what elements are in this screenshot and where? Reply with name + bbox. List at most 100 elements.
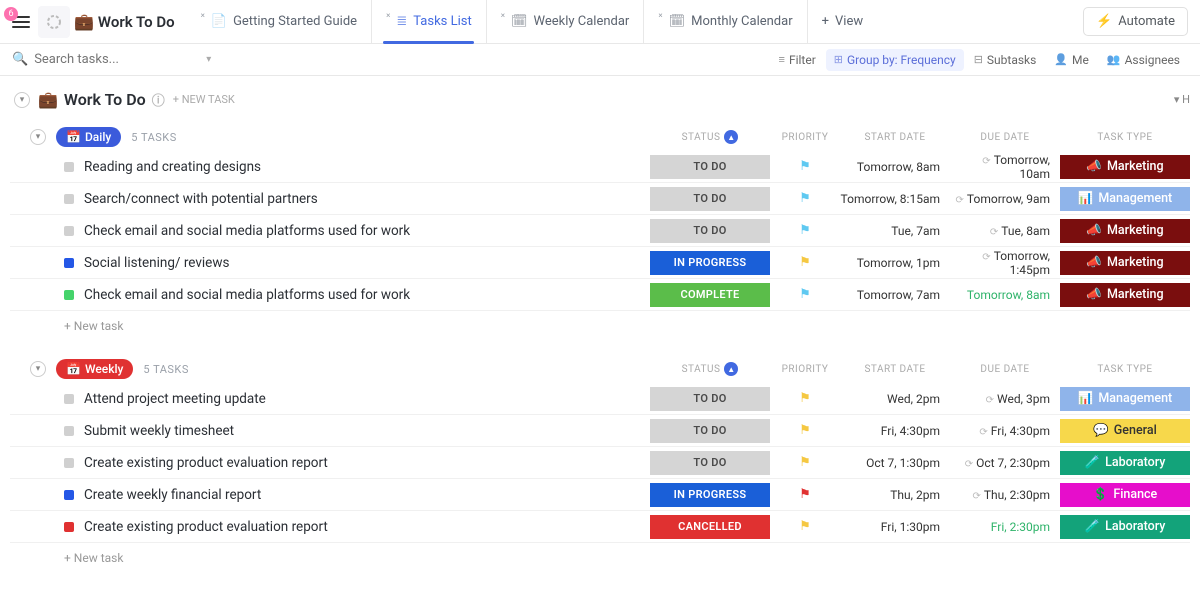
status-pill[interactable]: TO DO <box>650 419 770 443</box>
add-task-button[interactable]: + New task <box>10 543 1190 569</box>
priority-cell[interactable]: ⚑ <box>770 423 840 438</box>
col-start[interactable]: START DATE <box>840 364 950 375</box>
status-square[interactable] <box>64 258 74 268</box>
start-date[interactable]: Tomorrow, 8:15am <box>840 192 950 206</box>
task-name[interactable]: Social listening/ reviews <box>84 255 650 271</box>
task-name[interactable]: Search/connect with potential partners <box>84 191 650 207</box>
task-type-pill[interactable]: 📊Management <box>1060 187 1190 211</box>
due-date[interactable]: Fri, 2:30pm <box>950 520 1060 534</box>
start-date[interactable]: Oct 7, 1:30pm <box>840 456 950 470</box>
task-row[interactable]: Check email and social media platforms u… <box>10 215 1190 247</box>
task-row[interactable]: Attend project meeting updateTO DO⚑Wed, … <box>10 383 1190 415</box>
status-pill[interactable]: IN PROGRESS <box>650 251 770 275</box>
priority-cell[interactable]: ⚑ <box>770 159 840 174</box>
task-name[interactable]: Submit weekly timesheet <box>84 423 650 439</box>
col-type[interactable]: TASK TYPE <box>1060 364 1190 375</box>
status-square[interactable] <box>64 426 74 436</box>
start-date[interactable]: Fri, 1:30pm <box>840 520 950 534</box>
collapse-group-button[interactable]: ▾ <box>30 361 46 377</box>
col-start[interactable]: START DATE <box>840 132 950 143</box>
task-name[interactable]: Attend project meeting update <box>84 391 650 407</box>
add-task-button[interactable]: + New task <box>10 311 1190 337</box>
status-square[interactable] <box>64 394 74 404</box>
status-square[interactable] <box>64 290 74 300</box>
task-row[interactable]: Create existing product evaluation repor… <box>10 447 1190 479</box>
status-pill[interactable]: CANCELLED <box>650 515 770 539</box>
priority-cell[interactable]: ⚑ <box>770 191 840 206</box>
chevron-down-icon[interactable]: ▾ <box>206 54 211 65</box>
task-row[interactable]: Check email and social media platforms u… <box>10 279 1190 311</box>
due-date[interactable]: ⟳Oct 7, 2:30pm <box>950 456 1060 470</box>
tab-tasks-list[interactable]: ×≣Tasks List <box>372 0 487 43</box>
priority-cell[interactable]: ⚑ <box>770 391 840 406</box>
automate-button[interactable]: ⚡ Automate <box>1083 7 1188 36</box>
assignees-button[interactable]: 👥Assignees <box>1099 49 1188 71</box>
task-type-pill[interactable]: 🧪Laboratory <box>1060 515 1190 539</box>
task-name[interactable]: Create existing product evaluation repor… <box>84 519 650 535</box>
info-icon[interactable]: ⓘ <box>152 90 165 109</box>
col-priority[interactable]: PRIORITY <box>770 132 840 143</box>
status-pill[interactable]: TO DO <box>650 451 770 475</box>
col-status[interactable]: STATUS ▲ <box>650 362 770 376</box>
priority-cell[interactable]: ⚑ <box>770 519 840 534</box>
col-type[interactable]: TASK TYPE <box>1060 132 1190 143</box>
priority-cell[interactable]: ⚑ <box>770 287 840 302</box>
task-type-pill[interactable]: 📣Marketing <box>1060 283 1190 307</box>
task-type-pill[interactable]: 💬General <box>1060 419 1190 443</box>
start-date[interactable]: Tomorrow, 8am <box>840 160 950 174</box>
col-priority[interactable]: PRIORITY <box>770 364 840 375</box>
tab-monthly-calendar[interactable]: ×🗓Monthly Calendar <box>644 0 807 43</box>
due-date[interactable]: ⟳Wed, 3pm <box>950 392 1060 406</box>
hide-columns-button[interactable]: ▾ H <box>1174 93 1190 106</box>
start-date[interactable]: Wed, 2pm <box>840 392 950 406</box>
menu-button[interactable]: 6 <box>8 11 34 33</box>
new-task-link[interactable]: + NEW TASK <box>173 93 235 106</box>
col-status[interactable]: STATUS ▲ <box>650 130 770 144</box>
tab-weekly-calendar[interactable]: ×🗓Weekly Calendar <box>487 0 645 43</box>
due-date[interactable]: ⟳Fri, 4:30pm <box>950 424 1060 438</box>
status-pill[interactable]: IN PROGRESS <box>650 483 770 507</box>
start-date[interactable]: Thu, 2pm <box>840 488 950 502</box>
status-square[interactable] <box>64 194 74 204</box>
task-name[interactable]: Create weekly financial report <box>84 487 650 503</box>
start-date[interactable]: Tomorrow, 1pm <box>840 256 950 270</box>
status-pill[interactable]: TO DO <box>650 187 770 211</box>
task-type-pill[interactable]: 🧪Laboratory <box>1060 451 1190 475</box>
priority-cell[interactable]: ⚑ <box>770 223 840 238</box>
group-chip[interactable]: 📅Weekly <box>56 359 133 379</box>
start-date[interactable]: Tomorrow, 7am <box>840 288 950 302</box>
subtasks-button[interactable]: ⊟Subtasks <box>966 49 1045 71</box>
status-square[interactable] <box>64 522 74 532</box>
status-pill[interactable]: TO DO <box>650 387 770 411</box>
priority-cell[interactable]: ⚑ <box>770 487 840 502</box>
task-row[interactable]: Submit weekly timesheetTO DO⚑Fri, 4:30pm… <box>10 415 1190 447</box>
task-row[interactable]: Reading and creating designsTO DO⚑Tomorr… <box>10 151 1190 183</box>
status-pill[interactable]: COMPLETE <box>650 283 770 307</box>
task-row[interactable]: Search/connect with potential partnersTO… <box>10 183 1190 215</box>
task-type-pill[interactable]: 📊Management <box>1060 387 1190 411</box>
col-due[interactable]: DUE DATE <box>950 132 1060 143</box>
task-row[interactable]: Social listening/ reviewsIN PROGRESS⚑Tom… <box>10 247 1190 279</box>
due-date[interactable]: ⟳Tomorrow, 9am <box>950 192 1060 206</box>
search-input[interactable] <box>34 52 200 67</box>
task-name[interactable]: Check email and social media platforms u… <box>84 287 650 303</box>
due-date[interactable]: ⟳Thu, 2:30pm <box>950 488 1060 502</box>
task-row[interactable]: Create weekly financial reportIN PROGRES… <box>10 479 1190 511</box>
me-button[interactable]: 👤Me <box>1046 49 1097 71</box>
due-date[interactable]: Tomorrow, 8am <box>950 288 1060 302</box>
tab-getting-started-guide[interactable]: ×📄Getting Started Guide <box>187 0 372 43</box>
task-type-pill[interactable]: 💲Finance <box>1060 483 1190 507</box>
filter-button[interactable]: ≡Filter <box>771 49 824 71</box>
task-name[interactable]: Reading and creating designs <box>84 159 650 175</box>
start-date[interactable]: Fri, 4:30pm <box>840 424 950 438</box>
group-by-button[interactable]: ⊞Group by: Frequency <box>826 49 964 71</box>
due-date[interactable]: ⟳Tue, 8am <box>950 224 1060 238</box>
task-type-pill[interactable]: 📣Marketing <box>1060 251 1190 275</box>
task-type-pill[interactable]: 📣Marketing <box>1060 155 1190 179</box>
collapse-group-button[interactable]: ▾ <box>30 129 46 145</box>
start-date[interactable]: Tue, 7am <box>840 224 950 238</box>
status-square[interactable] <box>64 226 74 236</box>
priority-cell[interactable]: ⚑ <box>770 455 840 470</box>
due-date[interactable]: ⟳Tomorrow, 10am <box>950 153 1060 181</box>
col-due[interactable]: DUE DATE <box>950 364 1060 375</box>
